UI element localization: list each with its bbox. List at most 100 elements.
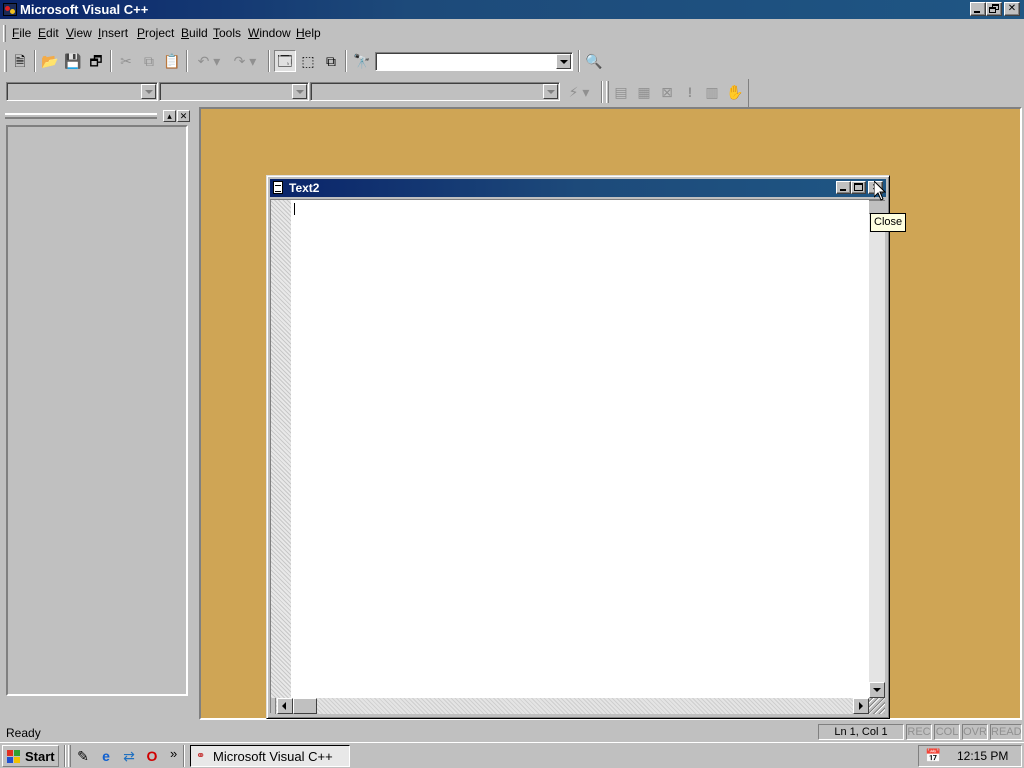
app-title-bar[interactable]: Microsoft Visual C++ ✕: [0, 0, 1024, 19]
find-button[interactable]: 🔍: [583, 50, 605, 72]
quicklaunch-grip[interactable]: [68, 745, 71, 767]
scroll-down-button[interactable]: [869, 682, 885, 698]
quicklaunch-more[interactable]: »: [170, 746, 177, 761]
save-icon: 💾: [64, 53, 82, 69]
chevron-down-icon[interactable]: [543, 84, 558, 99]
menu-edit[interactable]: Edit: [38, 26, 59, 40]
menu-file[interactable]: File: [12, 26, 31, 40]
maximize-icon: ▴: [167, 111, 172, 121]
minimize-icon: [974, 11, 980, 13]
menu-window[interactable]: Window: [248, 26, 291, 40]
panel-close-button[interactable]: ✕: [177, 110, 190, 122]
toolbar-separator: [601, 81, 603, 103]
find-in-files-button[interactable]: 🔭: [351, 50, 373, 72]
resize-grip[interactable]: [869, 698, 885, 714]
toolbar-grip[interactable]: [4, 50, 7, 72]
menubar-grip[interactable]: [3, 25, 6, 42]
outlook-express-icon[interactable]: ⇄: [120, 747, 138, 765]
windows-logo-icon: [7, 750, 21, 763]
standard-toolbar: 🗎 📂 💾 🗗 ✂ ⧉ 📋 ↶ ▾ ↷ ▾ 🗔 ⬚ ⧉ 🔭 🔍: [0, 46, 1024, 76]
menu-view[interactable]: View: [66, 26, 92, 40]
col-indicator: COL: [934, 724, 960, 740]
taskbar-separator: [64, 745, 66, 767]
restore-button[interactable]: [986, 2, 1002, 16]
go-button[interactable]: ▥: [701, 81, 723, 103]
menu-help[interactable]: Help: [296, 26, 321, 40]
split-box[interactable]: [271, 698, 276, 714]
class-combo[interactable]: [6, 82, 158, 101]
start-label: Start: [25, 749, 55, 764]
undo-button[interactable]: ↶ ▾: [192, 50, 226, 72]
scroll-thumb[interactable]: [293, 698, 317, 714]
toolbar-grip[interactable]: [606, 81, 609, 103]
open-button[interactable]: 📂: [39, 50, 61, 72]
scroll-right-button[interactable]: [853, 698, 869, 714]
menu-tools[interactable]: Tools: [213, 26, 241, 40]
minimize-button[interactable]: [970, 2, 986, 16]
filter-combo[interactable]: [159, 82, 309, 101]
copy-button[interactable]: ⧉: [138, 50, 160, 72]
scheduler-icon[interactable]: 📅: [925, 748, 941, 764]
wizard-action-button[interactable]: ⚡ ▾: [562, 81, 596, 103]
new-text-file-icon: 🗎: [14, 53, 26, 69]
opera-icon[interactable]: O: [143, 747, 161, 765]
output-button[interactable]: ⬚: [297, 50, 319, 72]
panel-grip[interactable]: [5, 113, 157, 119]
start-button[interactable]: Start: [2, 745, 59, 767]
child-maximize-button[interactable]: [851, 181, 866, 194]
app-title: Microsoft Visual C++: [20, 2, 149, 17]
text-editor-window[interactable]: Text2 ✕: [266, 175, 890, 719]
editor-text-area[interactable]: [291, 200, 869, 698]
build-icon: ▦: [637, 84, 651, 100]
close-tooltip: Close: [870, 213, 907, 232]
compile-button[interactable]: ▤: [610, 81, 632, 103]
close-button[interactable]: ✕: [1004, 2, 1020, 16]
internet-explorer-icon[interactable]: e: [97, 747, 115, 765]
chevron-down-icon[interactable]: [141, 84, 156, 99]
taskbar-button-visual-cpp[interactable]: ⚭ Microsoft Visual C++: [190, 745, 350, 767]
wizard-toolbar: ⚡ ▾ ▤ ▦ ⊠ ! ▥ ✋: [0, 77, 1024, 107]
toolbar-separator: [268, 50, 270, 72]
child-minimize-button[interactable]: [836, 181, 851, 194]
workspace-panel-header[interactable]: ▴ ✕: [5, 110, 191, 124]
cut-icon: ✂: [120, 53, 132, 69]
execute-button[interactable]: !: [679, 81, 701, 103]
stop-build-button[interactable]: ⊠: [656, 81, 678, 103]
save-all-button[interactable]: 🗗: [85, 50, 107, 72]
clock[interactable]: 12:15 PM: [957, 749, 1008, 763]
mouse-pointer-icon: [874, 181, 886, 201]
paste-button[interactable]: 📋: [161, 50, 183, 72]
redo-button[interactable]: ↷ ▾: [228, 50, 262, 72]
toolbar-end-divider: [748, 79, 749, 107]
panel-maximize-button[interactable]: ▴: [163, 110, 176, 122]
workspace-button[interactable]: 🗔: [274, 50, 296, 72]
members-combo[interactable]: [310, 82, 560, 101]
document-icon[interactable]: [273, 181, 283, 194]
selection-margin[interactable]: [271, 200, 291, 698]
workspace-content[interactable]: [6, 125, 188, 696]
save-all-icon: 🗗: [89, 53, 103, 69]
text-caret: [294, 203, 295, 215]
breakpoint-button[interactable]: ✋: [724, 81, 746, 103]
window-list-button[interactable]: ⧉: [320, 50, 342, 72]
scroll-left-button[interactable]: [277, 698, 293, 714]
open-icon: 📂: [41, 53, 59, 69]
horizontal-scrollbar[interactable]: [271, 698, 869, 714]
new-text-file-button[interactable]: 🗎: [9, 50, 31, 72]
menu-build[interactable]: Build: [181, 26, 208, 40]
menu-project[interactable]: Project: [137, 26, 174, 40]
read-indicator: READ: [990, 724, 1022, 740]
chevron-down-icon[interactable]: [556, 54, 571, 69]
vertical-scrollbar[interactable]: [869, 200, 885, 698]
show-desktop-icon[interactable]: ✎: [74, 747, 92, 765]
build-button[interactable]: ▦: [633, 81, 655, 103]
chevron-down-icon[interactable]: [292, 84, 307, 99]
menu-insert[interactable]: Insert: [98, 26, 128, 40]
child-title-bar[interactable]: Text2 ✕: [270, 179, 886, 197]
cut-button[interactable]: ✂: [115, 50, 137, 72]
stop-build-icon: ⊠: [661, 84, 673, 100]
split-box[interactable]: [869, 200, 885, 214]
save-button[interactable]: 💾: [62, 50, 84, 72]
find-combo[interactable]: [375, 52, 573, 71]
visual-cpp-app-icon[interactable]: [3, 3, 17, 16]
